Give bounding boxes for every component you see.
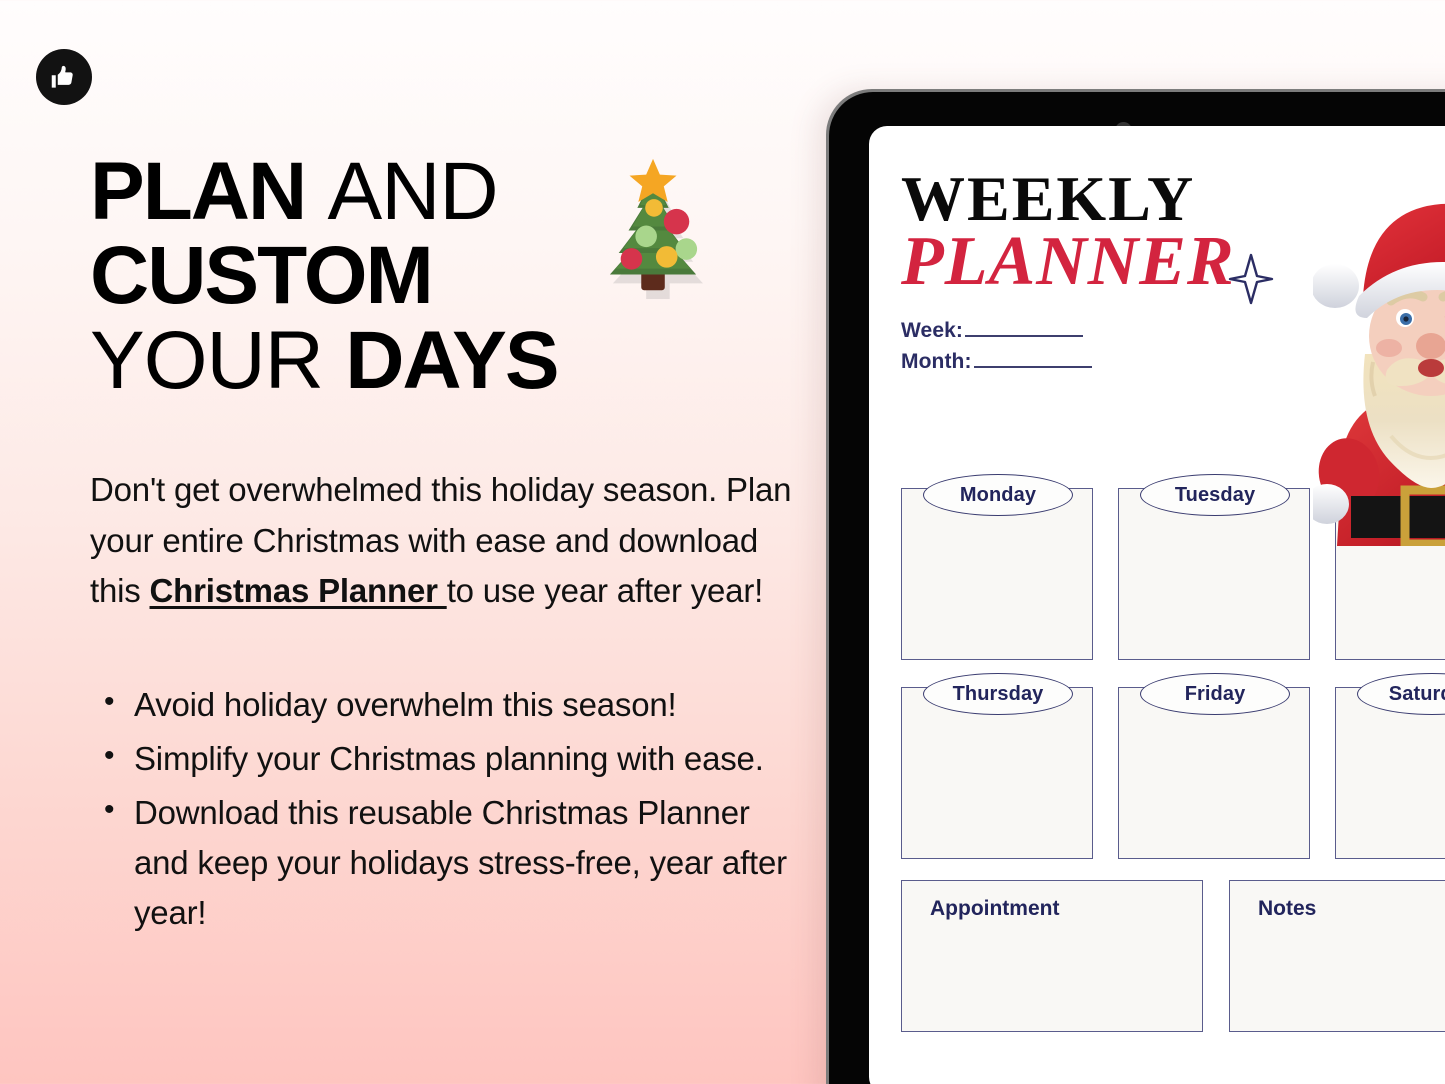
headline-word-days: DAYS [345,314,559,406]
planner-title: WEEKLY PLANNER [901,163,1445,304]
marketing-copy-panel: PLAN AND CUSTOM YOUR DAYS Don't get over… [0,0,830,1084]
headline-word-and: AND [327,146,499,237]
appointment-box[interactable]: Appointment [901,880,1203,1032]
paragraph-part-2: to use year after year! [446,571,764,609]
four-point-sparkle-icon [1228,253,1274,305]
day-cell-saturday: Saturday [1335,673,1445,859]
month-field-row[interactable]: Month: [901,350,1445,374]
list-item: Download this reusable Christmas Planner… [90,787,805,938]
week-field-input[interactable] [964,334,1083,337]
planner-title-weekly: WEEKLY [901,163,1196,234]
page-title: PLAN AND CUSTOM YOUR DAYS [90,149,790,406]
day-cell-wednesday: Wednesday [1335,474,1445,660]
day-cell-thursday: Thursday [901,673,1093,859]
christmas-tree-icon [595,155,713,300]
day-boxes-grid: Monday Tuesday Wednesday Thursday [901,474,1445,859]
headline-word-your: YOUR [90,314,324,406]
planner-bottom-boxes: Appointment Notes [901,880,1445,1032]
tablet-device-mockup: WEEKLY PLANNER Week: Month: Monday Tuesd… [826,89,1445,1084]
month-field-input[interactable] [973,365,1092,368]
day-cell-tuesday: Tuesday [1118,474,1310,660]
list-item: Simplify your Christmas planning with ea… [90,733,805,784]
benefits-list: Avoid holiday overwhelm this season! Sim… [90,679,805,939]
week-field-row[interactable]: Week: [901,319,1445,343]
planner-title-planner: PLANNER [901,222,1235,300]
day-label-thursday: Thursday [923,673,1073,715]
day-cell-friday: Friday [1118,673,1310,859]
intro-paragraph: Don't get overwhelmed this holiday seaso… [90,465,802,615]
week-field-label: Week: [901,318,963,342]
month-field-label: Month: [901,349,972,373]
tablet-screen: WEEKLY PLANNER Week: Month: Monday Tuesd… [869,126,1445,1084]
paragraph-emphasis: Christmas Planner [149,571,447,609]
day-cell-monday: Monday [901,474,1093,660]
day-label-tuesday: Tuesday [1140,474,1290,516]
list-item: Avoid holiday overwhelm this season! [90,679,805,730]
day-label-friday: Friday [1140,673,1290,715]
weekly-planner-page: WEEKLY PLANNER Week: Month: Monday Tuesd… [869,126,1445,1084]
headline-word-custom: CUSTOM [90,230,434,322]
tablet-bezel: WEEKLY PLANNER Week: Month: Monday Tuesd… [829,92,1445,1084]
planner-fields: Week: Month: [901,319,1445,374]
headline-word-plan: PLAN [90,146,307,237]
notes-box[interactable]: Notes [1229,880,1445,1032]
day-label-monday: Monday [923,474,1073,516]
